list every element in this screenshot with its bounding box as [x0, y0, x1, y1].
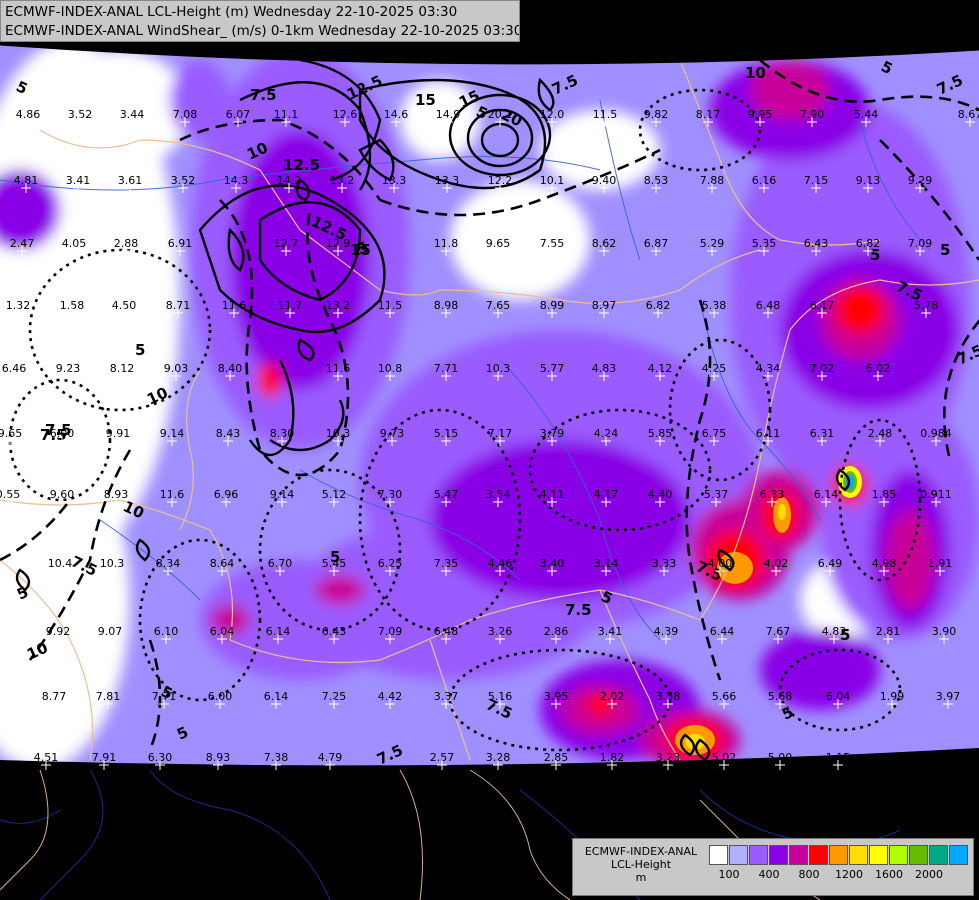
legend-swatch	[789, 845, 808, 865]
legend-ticks: 100 400 800 1200 1600 2000	[709, 865, 969, 881]
legend-swatch	[809, 845, 828, 865]
legend-tick-label: 1600	[875, 868, 903, 881]
legend-title-line-1: ECMWF-INDEX-ANAL	[584, 845, 698, 858]
legend-swatch	[749, 845, 768, 865]
contour-label: 7.5	[250, 86, 277, 104]
title-line-2: ECMWF-INDEX-ANAL WindShear_ (m/s) 0-1km …	[5, 23, 520, 39]
legend-tick-label: 800	[798, 868, 820, 881]
contour-label: 5	[135, 341, 145, 359]
legend-swatch	[709, 845, 728, 865]
legend-swatch	[769, 845, 788, 865]
legend-title: ECMWF-INDEX-ANAL LCL-Height m	[577, 845, 705, 884]
contour-label: 5	[940, 241, 950, 259]
legend-swatch	[829, 845, 848, 865]
map-title-box: ECMWF-INDEX-ANAL LCL-Height (m) Wednesda…	[0, 0, 520, 42]
legend-swatch	[889, 845, 908, 865]
legend-tick-label: 400	[758, 868, 780, 881]
grid-value-label: 8.67	[958, 108, 979, 121]
contour-label: 7.5	[565, 601, 592, 619]
legend-title-line-2: LCL-Height	[610, 858, 672, 871]
legend-swatch	[729, 845, 748, 865]
grid-value-label: 9.65	[0, 427, 22, 440]
legend-swatches	[709, 845, 969, 865]
contour-label: 12.5	[283, 156, 320, 174]
legend-swatch	[869, 845, 888, 865]
map-domain	[0, 45, 979, 766]
legend-unit: m	[635, 871, 647, 884]
legend-swatch	[909, 845, 928, 865]
forecast-map: 12.5 15201512.512.510157.557.55107.510107…	[0, 0, 979, 900]
legend-tick-label: 100	[718, 868, 740, 881]
legend-tick-label: 2000	[915, 868, 943, 881]
contour-label: 15	[415, 91, 436, 109]
legend-tick-label: 1200	[835, 868, 863, 881]
contour-label: 10	[745, 64, 766, 82]
legend-swatch	[849, 845, 868, 865]
title-line-1: ECMWF-INDEX-ANAL LCL-Height (m) Wednesda…	[5, 4, 458, 20]
legend-scale: 100 400 800 1200 1600 2000	[709, 845, 969, 881]
color-legend: ECMWF-INDEX-ANAL LCL-Height m 100 400 800 1…	[572, 838, 974, 896]
legend-swatch	[929, 845, 948, 865]
grid-value-label: 0.55	[0, 488, 20, 501]
legend-swatch	[949, 845, 968, 865]
